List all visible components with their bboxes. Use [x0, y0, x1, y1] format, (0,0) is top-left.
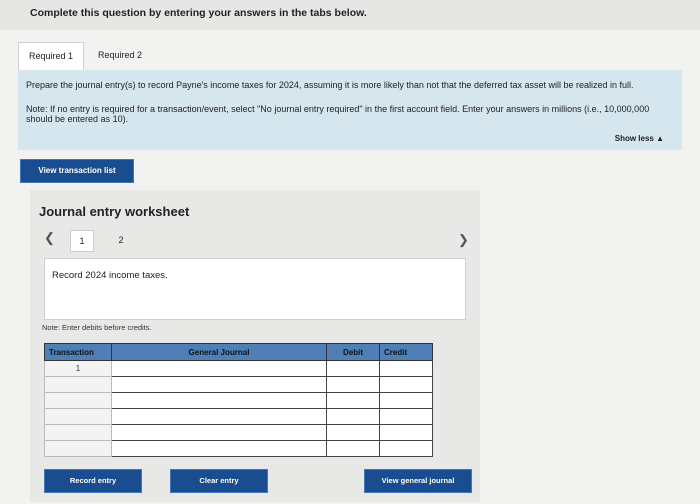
- column-credit: Credit: [379, 343, 433, 361]
- account-field[interactable]: [111, 392, 327, 409]
- account-field[interactable]: [111, 408, 327, 425]
- worksheet-title: Journal entry worksheet: [39, 204, 190, 219]
- table-row: 1: [44, 360, 433, 377]
- journal-entry-worksheet: Journal entry worksheet ❮ 1 2 ❯ Record 2…: [30, 190, 480, 502]
- page-2-button[interactable]: 2: [110, 230, 132, 250]
- instructions-main-text: Prepare the journal entry(s) to record P…: [26, 80, 634, 90]
- journal-table-header: Transaction General Journal Debit Credit: [44, 343, 433, 361]
- account-field[interactable]: [111, 376, 327, 393]
- page-1-button[interactable]: 1: [70, 230, 94, 252]
- instructions-note-text: Note: If no entry is required for a tran…: [26, 104, 650, 124]
- credit-field[interactable]: [379, 360, 433, 377]
- transaction-cell: [44, 424, 112, 441]
- table-row: [44, 392, 433, 409]
- transaction-cell: [44, 392, 112, 409]
- credit-field[interactable]: [379, 440, 433, 457]
- entry-description: Record 2024 income taxes.: [52, 270, 168, 281]
- account-field[interactable]: [111, 440, 327, 457]
- credit-field[interactable]: [379, 392, 433, 409]
- view-transaction-list-button[interactable]: View transaction list: [20, 159, 134, 183]
- debit-field[interactable]: [326, 392, 380, 409]
- entry-description-box: Record 2024 income taxes.: [44, 258, 466, 320]
- chevron-left-icon[interactable]: ❮: [44, 230, 55, 246]
- view-general-journal-button[interactable]: View general journal: [364, 469, 472, 493]
- table-row: [44, 440, 433, 457]
- clear-entry-button[interactable]: Clear entry: [170, 469, 268, 493]
- tab-required-1[interactable]: Required 1: [18, 42, 84, 70]
- account-field[interactable]: [111, 360, 327, 377]
- column-transaction: Transaction: [44, 343, 112, 361]
- journal-table: Transaction General Journal Debit Credit…: [44, 343, 433, 457]
- record-entry-button[interactable]: Record entry: [44, 469, 142, 493]
- debit-field[interactable]: [326, 376, 380, 393]
- table-row: [44, 376, 433, 393]
- tab-required-2[interactable]: Required 2: [88, 42, 152, 69]
- debit-field[interactable]: [326, 440, 380, 457]
- credit-field[interactable]: [379, 424, 433, 441]
- credit-field[interactable]: [379, 408, 433, 425]
- transaction-cell: 1: [44, 360, 112, 377]
- show-less-link[interactable]: Show less ▲: [615, 134, 664, 143]
- table-row: [44, 408, 433, 425]
- instructions-panel: Prepare the journal entry(s) to record P…: [18, 70, 682, 150]
- column-debit: Debit: [326, 343, 380, 361]
- table-row: [44, 424, 433, 441]
- account-field[interactable]: [111, 424, 327, 441]
- debit-field[interactable]: [326, 360, 380, 377]
- chevron-right-icon[interactable]: ❯: [458, 232, 469, 248]
- debits-note: Note: Enter debits before credits.: [42, 323, 152, 332]
- credit-field[interactable]: [379, 376, 433, 393]
- transaction-cell: [44, 408, 112, 425]
- column-general-journal: General Journal: [111, 343, 327, 361]
- debit-field[interactable]: [326, 424, 380, 441]
- header-instruction-text: Complete this question by entering your …: [30, 7, 367, 19]
- transaction-cell: [44, 440, 112, 457]
- debit-field[interactable]: [326, 408, 380, 425]
- transaction-cell: [44, 376, 112, 393]
- instruction-header: Complete this question by entering your …: [0, 0, 700, 30]
